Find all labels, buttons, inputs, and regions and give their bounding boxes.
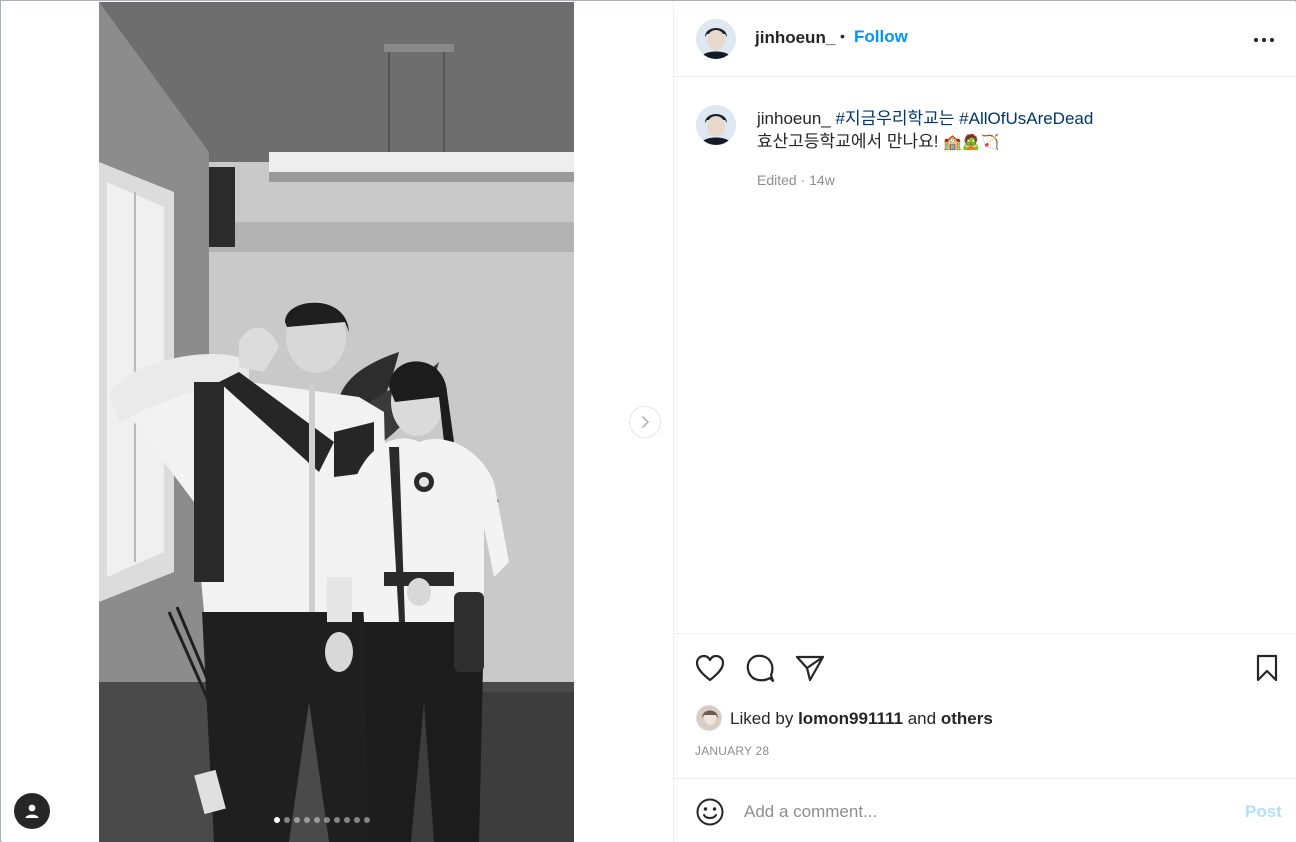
caption-text: 효산고등학교에서 만나요! xyxy=(757,132,939,151)
carousel-indicator xyxy=(274,817,370,823)
paper-plane-icon xyxy=(795,655,825,682)
post-actions: Liked by lomon991111 and others JANUARY … xyxy=(674,633,1296,778)
caption-emojis: 🏫🧟🏹 xyxy=(943,133,1000,151)
more-options-button[interactable] xyxy=(1252,28,1276,52)
carousel-dot xyxy=(354,817,360,823)
author-username[interactable]: jinhoeun_ xyxy=(755,28,835,48)
comment-input[interactable] xyxy=(744,800,1204,824)
carousel-dot xyxy=(334,817,340,823)
post-caption: jinhoeun_ #지금우리학교는 #AllOfUsAreDead 효산고등학… xyxy=(757,107,1277,154)
save-button[interactable] xyxy=(1251,652,1283,684)
post-side-panel: jinhoeun_ • Follow jinhoeun_ #지금우리학교는 #A… xyxy=(673,2,1296,842)
more-horizontal-icon xyxy=(1253,37,1275,43)
liker-username[interactable]: lomon991111 xyxy=(798,709,903,728)
post-header: jinhoeun_ • Follow xyxy=(674,2,1296,77)
post-photo[interactable] xyxy=(99,2,574,842)
likes-conjunction: and xyxy=(907,709,937,728)
author-avatar[interactable] xyxy=(696,19,736,59)
caption-author-avatar[interactable] xyxy=(696,105,736,145)
carousel-dot xyxy=(314,817,320,823)
profile-button[interactable] xyxy=(14,793,50,829)
likes-prefix: Liked by xyxy=(730,709,794,728)
avatar-image xyxy=(697,706,721,730)
next-slide-button[interactable] xyxy=(629,406,661,438)
comment-button[interactable] xyxy=(744,652,776,684)
photo-image xyxy=(99,2,574,842)
caption-username[interactable]: jinhoeun_ xyxy=(757,109,831,128)
share-button[interactable] xyxy=(794,652,826,684)
hashtag-link[interactable]: #지금우리학교는 xyxy=(835,109,954,128)
post-comment-button[interactable]: Post xyxy=(1245,802,1282,822)
likes-summary: Liked by lomon991111 and others xyxy=(730,709,993,729)
edited-timestamp: Edited · 14w xyxy=(757,172,835,188)
carousel-dot xyxy=(344,817,350,823)
hashtag-link[interactable]: #AllOfUsAreDead xyxy=(959,109,1093,128)
carousel-dot xyxy=(324,817,330,823)
media-area xyxy=(2,2,673,842)
emoji-picker-button[interactable] xyxy=(694,796,726,828)
carousel-dot xyxy=(274,817,280,823)
carousel-dot xyxy=(294,817,300,823)
caption-line-2: 효산고등학교에서 만나요! 🏫🧟🏹 xyxy=(757,130,1277,154)
header-separator: • xyxy=(840,28,845,44)
likes-others-link[interactable]: others xyxy=(941,709,993,728)
chevron-right-icon xyxy=(642,416,649,428)
smiley-icon xyxy=(696,798,724,826)
bookmark-icon xyxy=(1256,654,1278,682)
carousel-dot xyxy=(364,817,370,823)
avatar-image xyxy=(696,105,736,145)
like-button[interactable] xyxy=(694,652,726,684)
comment-icon xyxy=(746,654,775,683)
carousel-dot xyxy=(284,817,290,823)
user-icon xyxy=(25,804,39,818)
heart-icon xyxy=(695,654,725,682)
comment-form: Post xyxy=(674,778,1296,842)
carousel-dot xyxy=(304,817,310,823)
caption-line-1: jinhoeun_ #지금우리학교는 #AllOfUsAreDead xyxy=(757,107,1277,130)
liker-avatar[interactable] xyxy=(696,705,722,731)
window-frame: jinhoeun_ • Follow jinhoeun_ #지금우리학교는 #A… xyxy=(0,0,1296,842)
post-date[interactable]: JANUARY 28 xyxy=(695,744,769,758)
avatar-image xyxy=(696,19,736,59)
follow-button[interactable]: Follow xyxy=(854,27,908,47)
